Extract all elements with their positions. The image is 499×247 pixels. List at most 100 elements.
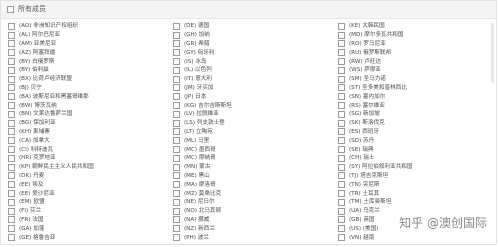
member-checkbox[interactable] (173, 225, 180, 233)
member-checkbox[interactable] (338, 31, 345, 39)
member-checkbox[interactable] (173, 198, 180, 206)
member-checkbox[interactable] (8, 137, 15, 145)
member-checkbox[interactable] (338, 172, 345, 180)
member-item[interactable]: (BY) 白俄罗斯 (8, 57, 166, 66)
member-checkbox[interactable] (338, 119, 345, 127)
member-item[interactable]: (NA) 挪威 (173, 216, 331, 225)
member-checkbox[interactable] (338, 110, 345, 118)
member-item[interactable]: (BX) 比荷卢经济联盟 (8, 75, 166, 84)
member-checkbox[interactable] (338, 58, 345, 66)
member-checkbox[interactable] (338, 225, 345, 233)
member-item[interactable]: (MD) 摩尔多瓦共和国 (338, 31, 496, 40)
member-checkbox[interactable] (173, 137, 180, 145)
member-item[interactable]: (MC) 墨西哥 (173, 145, 331, 154)
member-item[interactable]: (GY) 匈牙利 (173, 48, 331, 57)
member-checkbox[interactable] (8, 66, 15, 74)
member-checkbox[interactable] (8, 207, 15, 215)
member-item[interactable]: (SE) 瑞典 (338, 145, 496, 154)
member-item[interactable]: (NZ) 新西兰 (173, 224, 331, 233)
scrollbar[interactable] (491, 23, 494, 83)
member-checkbox[interactable] (173, 216, 180, 224)
member-item[interactable]: (AL) 阿尔巴尼亚 (8, 31, 166, 40)
member-checkbox[interactable] (8, 31, 15, 39)
member-item[interactable]: (SG) 新加坡 (338, 110, 496, 119)
member-item[interactable]: (PH) 波兰 (173, 233, 331, 242)
member-item[interactable]: (VN) 越南 (338, 233, 496, 242)
member-item[interactable]: (ML) 马里 (173, 136, 331, 145)
member-item[interactable]: (IS) 冰岛 (173, 57, 331, 66)
member-item[interactable]: (TN) 突尼斯 (338, 180, 496, 189)
member-checkbox[interactable] (173, 181, 180, 189)
member-checkbox[interactable] (8, 40, 15, 48)
member-checkbox[interactable] (173, 22, 180, 30)
member-checkbox[interactable] (338, 234, 345, 242)
member-item[interactable]: (BY) 伯利兹 (8, 66, 166, 75)
member-checkbox[interactable] (338, 75, 345, 83)
member-checkbox[interactable] (8, 181, 15, 189)
member-checkbox[interactable] (173, 207, 180, 215)
member-checkbox[interactable] (338, 198, 345, 206)
member-checkbox[interactable] (173, 234, 180, 242)
member-checkbox[interactable] (173, 66, 180, 74)
member-item[interactable]: (BJ) 贝宁 (8, 84, 166, 93)
member-checkbox[interactable] (338, 154, 345, 162)
member-checkbox[interactable] (338, 181, 345, 189)
member-checkbox[interactable] (8, 234, 15, 242)
member-checkbox[interactable] (338, 49, 345, 57)
member-item[interactable]: (AM) 亚美尼亚 (8, 40, 166, 49)
member-checkbox[interactable] (338, 146, 345, 154)
member-item[interactable]: (MZ) 莫桑比克 (173, 189, 331, 198)
member-item[interactable]: (LV) 拉脱维亚 (173, 110, 331, 119)
member-item[interactable]: (AZ) 阿塞拜疆 (8, 48, 166, 57)
member-item[interactable]: (AO) 非洲知识产权组织 (8, 22, 166, 31)
member-item[interactable]: (BG) 保加利亚 (8, 119, 166, 128)
member-item[interactable]: (KP) 朝鲜民主主义人民共和国 (8, 163, 166, 172)
member-checkbox[interactable] (8, 128, 15, 136)
member-item[interactable]: (EM) 欧盟 (8, 198, 166, 207)
member-checkbox[interactable] (8, 49, 15, 57)
member-item[interactable]: (GE) 格鲁吉亚 (8, 233, 166, 242)
member-checkbox[interactable] (173, 190, 180, 198)
member-item[interactable]: (RO) 罗马尼亚 (338, 40, 496, 49)
member-checkbox[interactable] (173, 49, 180, 57)
member-checkbox[interactable] (173, 84, 180, 92)
member-checkbox[interactable] (8, 75, 15, 83)
member-item[interactable]: (JM) 牙买加 (173, 84, 331, 93)
member-checkbox[interactable] (338, 163, 345, 171)
member-checkbox[interactable] (338, 102, 345, 110)
member-item[interactable]: (RU) 俄罗斯联邦 (338, 48, 496, 57)
member-checkbox[interactable] (338, 22, 345, 30)
member-checkbox[interactable] (338, 190, 345, 198)
member-item[interactable]: (FR) 法国 (8, 216, 166, 225)
member-checkbox[interactable] (338, 207, 345, 215)
member-checkbox[interactable] (8, 198, 15, 206)
member-item[interactable]: (TR) 土耳其 (338, 189, 496, 198)
member-checkbox[interactable] (173, 31, 180, 39)
member-item[interactable]: (ES) 西班牙 (338, 128, 496, 137)
member-checkbox[interactable] (8, 102, 15, 110)
member-item[interactable]: (LT) 立陶宛 (173, 128, 331, 137)
member-checkbox[interactable] (338, 137, 345, 145)
member-item[interactable]: (SN) 塞内加尔 (338, 92, 496, 101)
member-item[interactable]: (KE) 大韩民国 (338, 22, 496, 31)
member-checkbox[interactable] (173, 146, 180, 154)
member-item[interactable]: (JP) 日本 (173, 92, 331, 101)
member-item[interactable]: (IT) 意大利 (173, 75, 331, 84)
member-item[interactable]: (IL) 以色列 (173, 66, 331, 75)
member-item[interactable]: (MC) 摩纳哥 (173, 154, 331, 163)
member-checkbox[interactable] (8, 110, 15, 118)
member-checkbox[interactable] (173, 75, 180, 83)
member-checkbox[interactable] (173, 119, 180, 127)
member-checkbox[interactable] (338, 93, 345, 101)
member-checkbox[interactable] (8, 93, 15, 101)
member-checkbox[interactable] (338, 84, 345, 92)
member-checkbox[interactable] (8, 172, 15, 180)
member-checkbox[interactable] (338, 40, 345, 48)
member-checkbox[interactable] (8, 216, 15, 224)
member-item[interactable]: (SD) 苏丹 (338, 136, 496, 145)
member-checkbox[interactable] (173, 40, 180, 48)
member-checkbox[interactable] (8, 190, 15, 198)
member-checkbox[interactable] (173, 93, 180, 101)
member-item[interactable]: (SY) 阿拉伯叙利亚共和国 (338, 163, 496, 172)
member-checkbox[interactable] (173, 102, 180, 110)
